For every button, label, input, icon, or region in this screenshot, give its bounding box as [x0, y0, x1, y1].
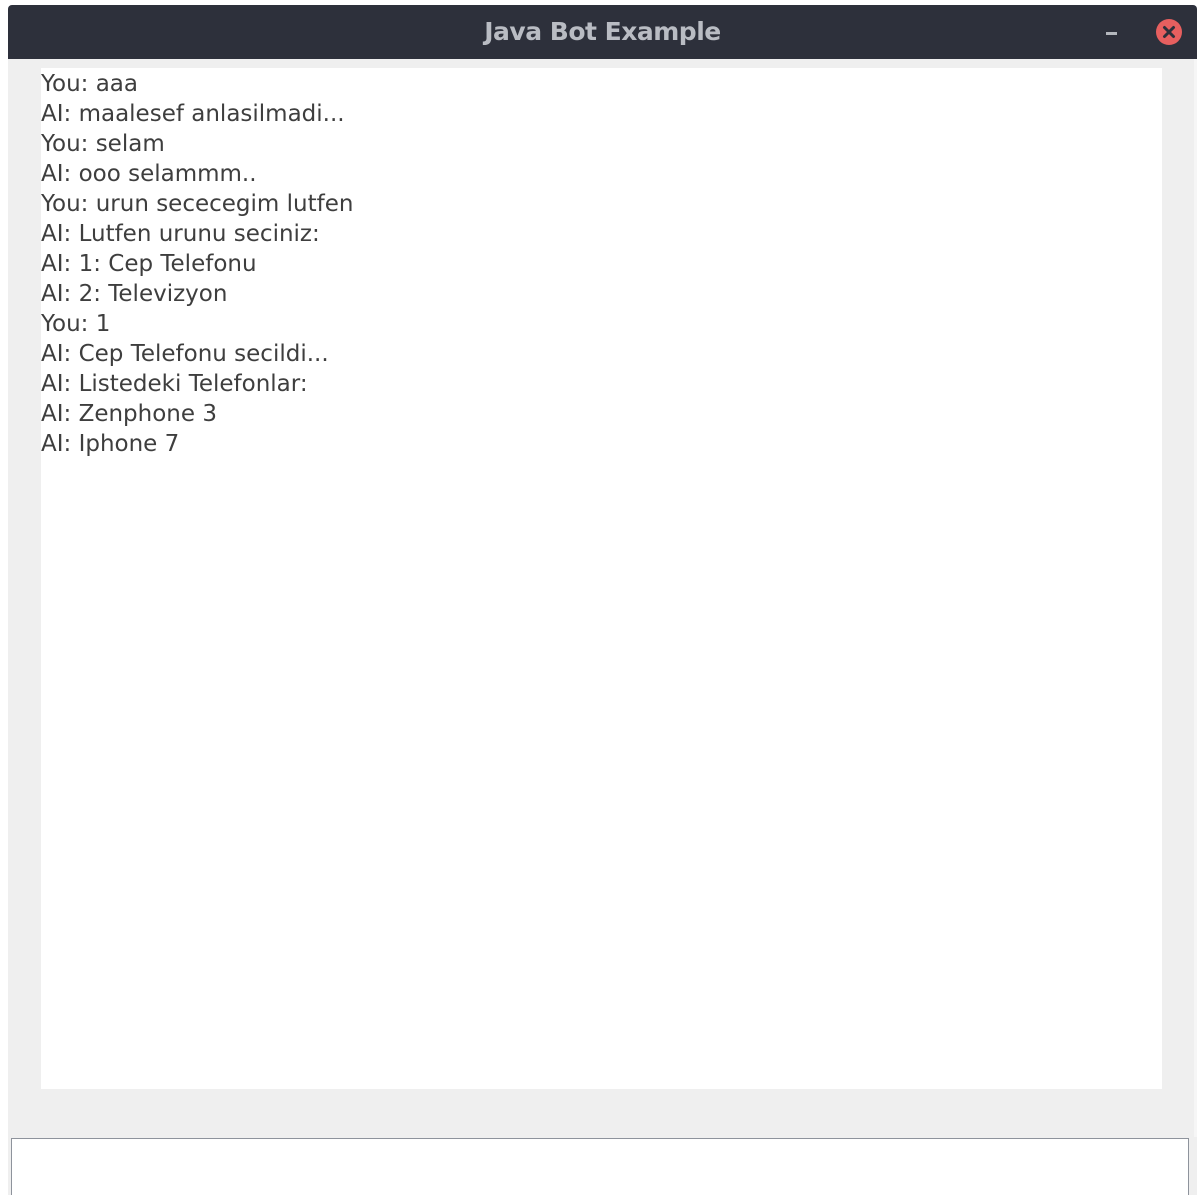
chat-line: You: aaa: [41, 71, 138, 97]
chat-line: AI: 2: Televizyon: [41, 281, 228, 307]
chat-line: You: 1: [41, 311, 111, 337]
close-icon: [1156, 19, 1182, 45]
chat-line: AI: Listedeki Telefonlar:: [41, 371, 308, 397]
chat-line: You: selam: [41, 131, 165, 157]
chat-line: AI: maalesef anlasilmadi...: [41, 101, 345, 127]
chat-line: AI: Lutfen urunu seciniz:: [41, 221, 320, 247]
title-bar[interactable]: Java Bot Example: [8, 5, 1197, 59]
chat-line: AI: Zenphone 3: [41, 401, 217, 427]
chat-line: AI: ooo selammm..: [41, 161, 257, 187]
close-button[interactable]: [1155, 18, 1183, 46]
chat-line: AI: 1: Cep Telefonu: [41, 251, 257, 277]
message-input[interactable]: [11, 1138, 1189, 1195]
chat-line: You: urun sececegim lutfen: [41, 191, 354, 217]
chat-line: AI: Iphone 7: [41, 431, 180, 457]
chat-transcript[interactable]: You: aaa AI: maalesef anlasilmadi... You…: [41, 68, 1162, 1089]
window-title: Java Bot Example: [484, 17, 721, 46]
app-window: Java Bot Example You: aaa AI: maalesef a…: [0, 0, 1197, 1195]
minimize-icon: [1106, 32, 1117, 35]
minimize-button[interactable]: [1097, 17, 1127, 47]
chat-line: AI: Cep Telefonu secildi...: [41, 341, 329, 367]
